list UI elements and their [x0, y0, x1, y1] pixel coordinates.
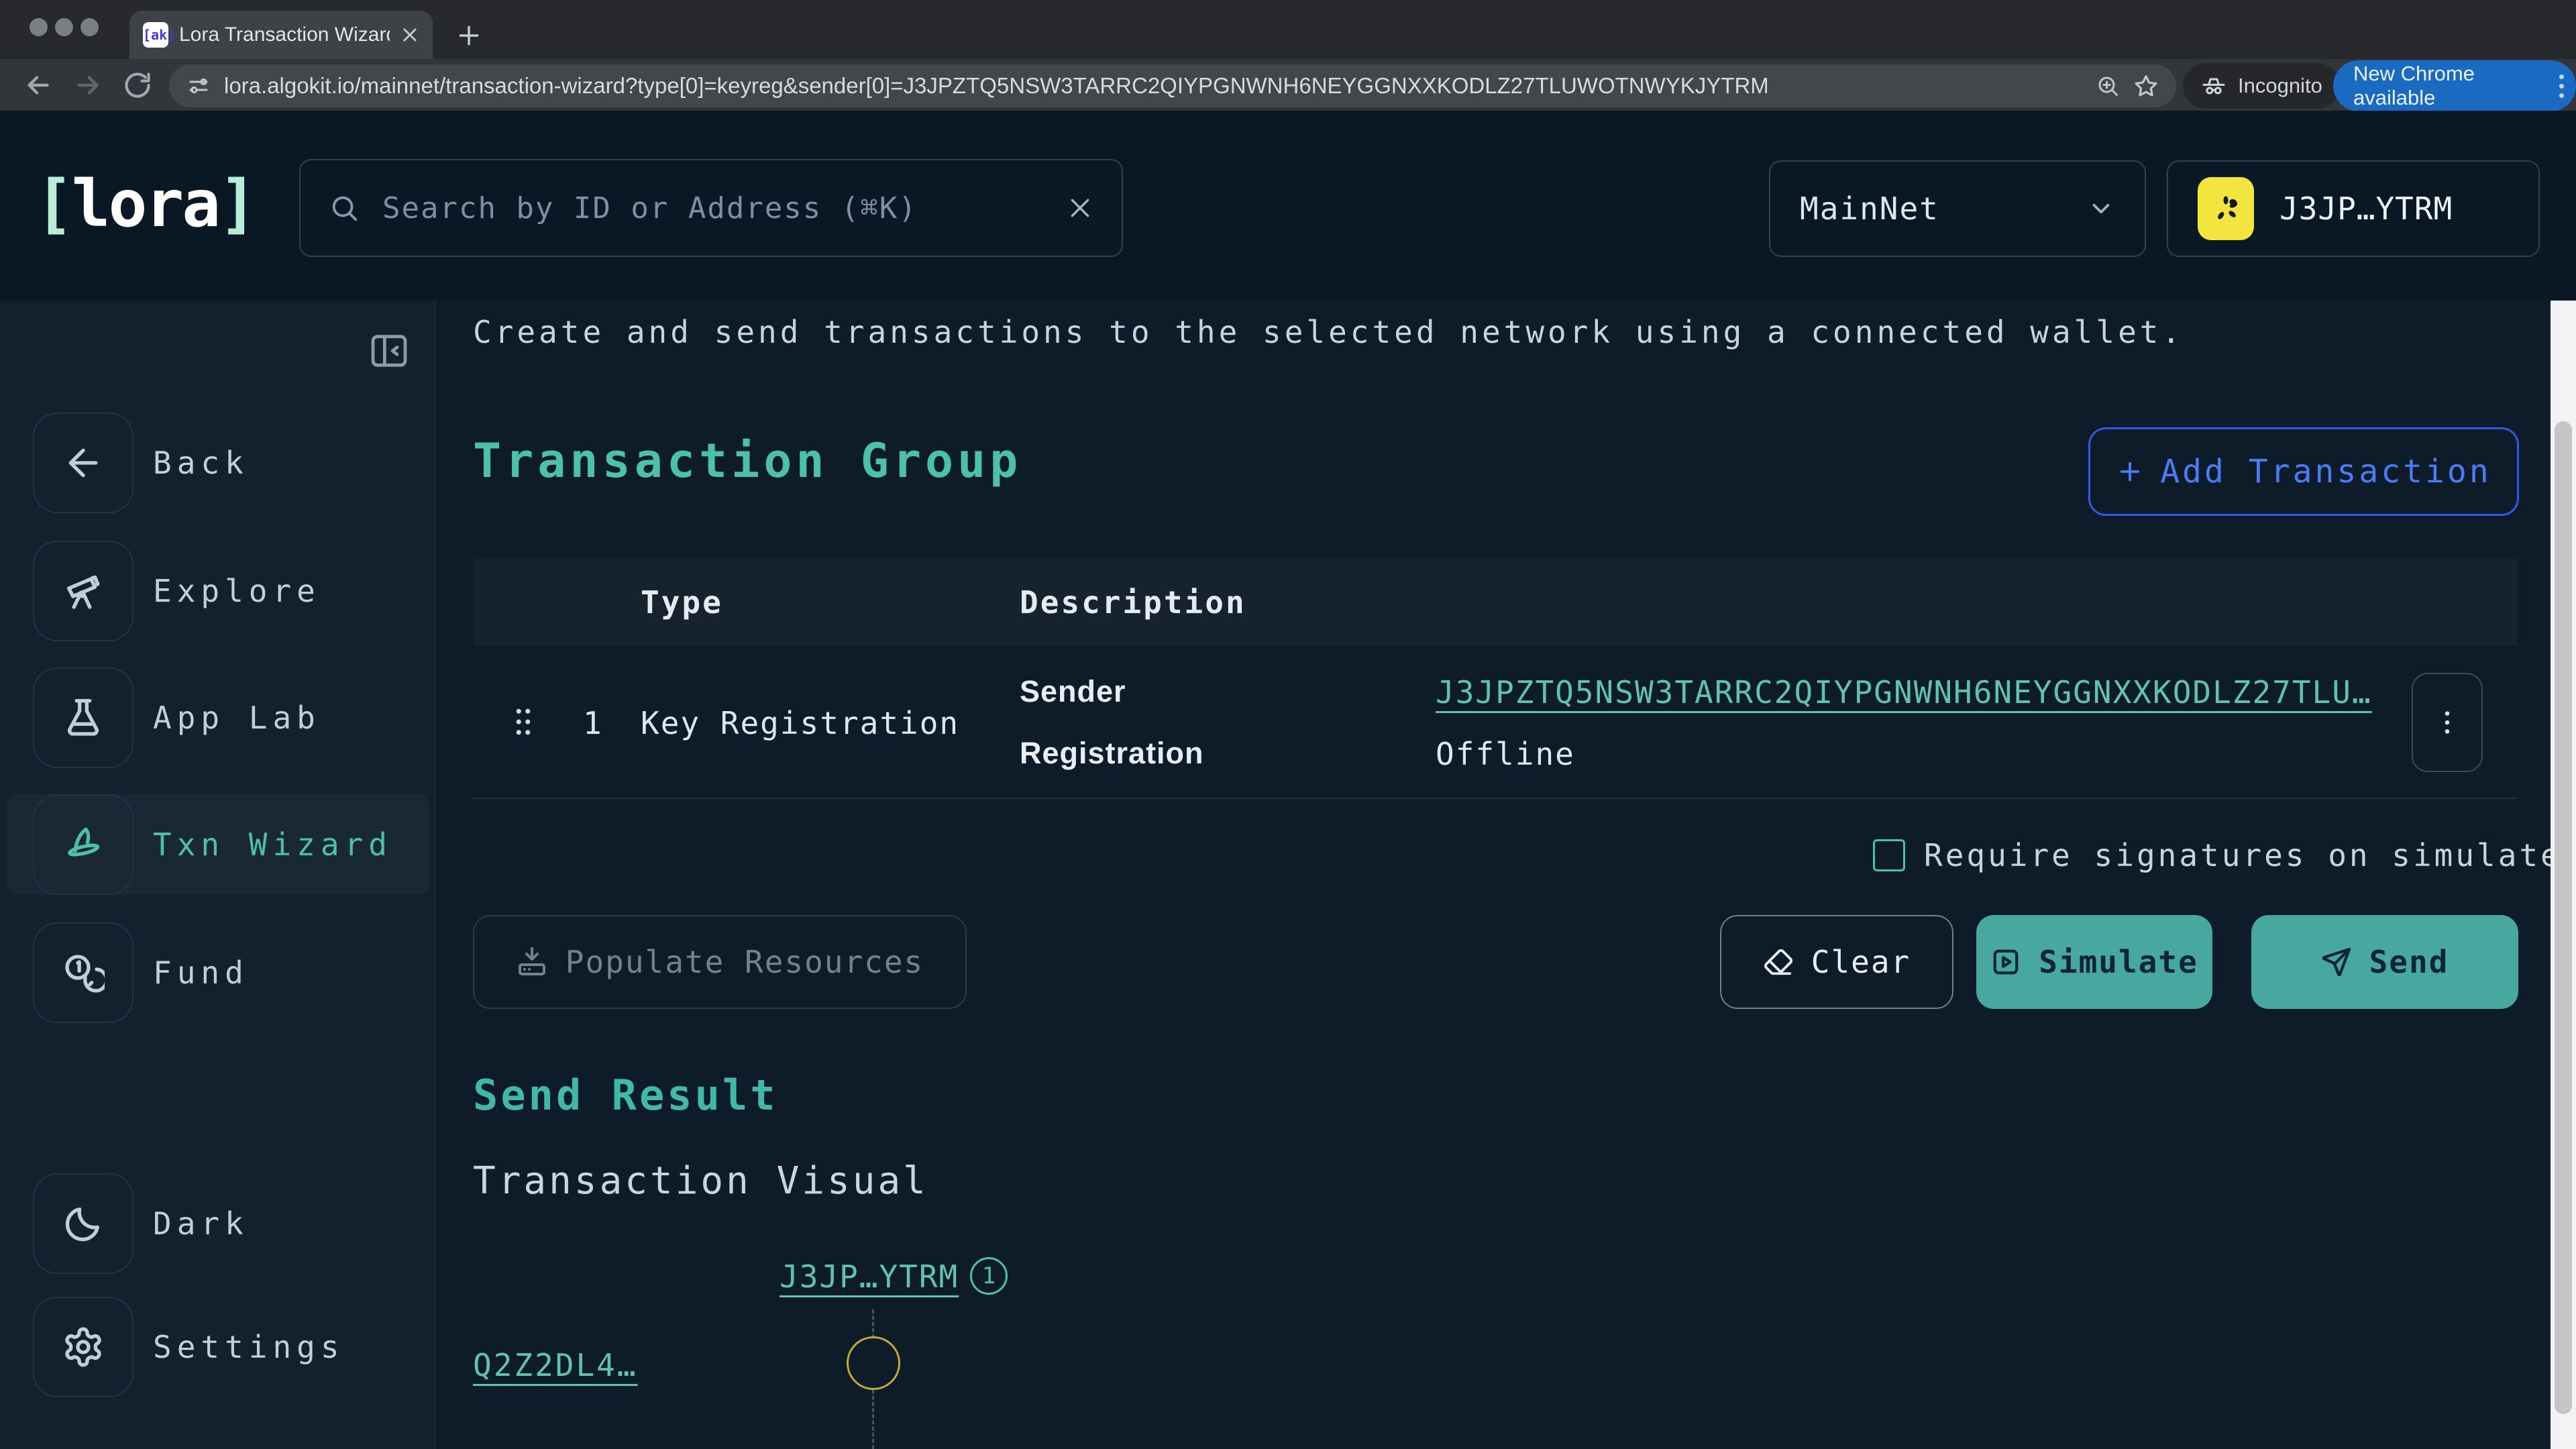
- chrome-update-label: New Chrome available: [2353, 62, 2546, 110]
- wallet-provider-icon: [2198, 177, 2254, 240]
- simulate-button[interactable]: Simulate: [1976, 915, 2212, 1009]
- transaction-group-title: Transaction Group: [473, 433, 1022, 488]
- visual-txn-id-link[interactable]: Q2Z2DL4…: [473, 1347, 638, 1383]
- sidebar-item-label: App Lab: [153, 667, 321, 768]
- logo-text: lora: [72, 166, 219, 241]
- sidebar-collapse-icon[interactable]: [366, 326, 412, 376]
- sidebar-item-label: Back: [153, 413, 249, 513]
- eraser-icon: [1763, 947, 1794, 977]
- row-index: 1: [583, 705, 603, 741]
- chevron-down-icon: [2087, 195, 2115, 223]
- tab-favicon: [ak]: [143, 22, 168, 48]
- logo-bracket-close: ]: [219, 166, 256, 241]
- column-description: Description: [1020, 559, 1246, 646]
- row-menu-button[interactable]: [2412, 673, 2483, 772]
- simulate-label: Simulate: [2039, 944, 2198, 980]
- sidebar-item-settings[interactable]: Settings: [0, 1297, 436, 1397]
- tab-title: Lora Transaction Wizard main: [179, 23, 390, 46]
- plus-icon: [2116, 458, 2144, 486]
- transaction-visual-title: Transaction Visual: [473, 1159, 928, 1203]
- sender-label: Sender: [1020, 674, 1126, 709]
- window-minimize-button[interactable]: [55, 18, 73, 36]
- populate-resources-label: Populate Resources: [566, 944, 924, 980]
- sidebar-item-label: Fund: [153, 922, 249, 1023]
- sidebar-item-fund[interactable]: Fund: [0, 922, 436, 1023]
- tab-close-icon[interactable]: [400, 25, 419, 44]
- network-select[interactable]: MainNet: [1769, 160, 2146, 257]
- bookmark-star-icon[interactable]: [2133, 73, 2159, 99]
- table-header: Type Description: [473, 559, 2518, 646]
- address-bar[interactable]: lora.algokit.io/mainnet/transaction-wiza…: [169, 64, 2176, 107]
- window-close-button[interactable]: [30, 18, 48, 36]
- chrome-update-button[interactable]: New Chrome available: [2333, 60, 2576, 111]
- lora-logo[interactable]: [lora]: [35, 172, 256, 236]
- incognito-badge: Incognito: [2183, 63, 2340, 109]
- sidebar-item-label: Dark: [153, 1173, 249, 1274]
- telescope-icon: [33, 541, 133, 641]
- search-input[interactable]: [381, 191, 1045, 226]
- visual-txn-node[interactable]: [847, 1336, 900, 1390]
- send-plane-icon: [2321, 947, 2352, 977]
- flask-icon: [33, 667, 133, 768]
- sidebar-item-label: Settings: [153, 1297, 345, 1397]
- visual-account-badge: 1: [970, 1257, 1008, 1295]
- chrome-menu-icon[interactable]: [2559, 74, 2564, 98]
- wallet-address: J3JP…YTRM: [2279, 191, 2453, 227]
- clear-button[interactable]: Clear: [1720, 915, 1953, 1009]
- download-icon: [516, 946, 548, 978]
- sidebar-item-txn-wizard[interactable]: Txn Wizard: [7, 794, 429, 895]
- screen: [ak] Lora Transaction Wizard main lora.a…: [0, 0, 2576, 1449]
- search-clear-icon[interactable]: [1067, 195, 1093, 221]
- arrow-left-icon: [33, 413, 133, 513]
- row-type: Key Registration: [641, 705, 959, 741]
- browser-tab[interactable]: [ak] Lora Transaction Wizard main: [129, 11, 433, 59]
- sidebar-item-back[interactable]: Back: [0, 413, 436, 513]
- send-result-title: Send Result: [473, 1071, 778, 1120]
- moon-icon: [33, 1173, 133, 1274]
- incognito-label: Incognito: [2238, 74, 2322, 98]
- sender-address-link[interactable]: J3JPZTQ5NSW3TARRC2QIYPGNWNH6NEYGGNXXKODL…: [1436, 674, 2372, 710]
- zoom-page-icon[interactable]: [2096, 74, 2120, 98]
- back-icon[interactable]: [20, 67, 56, 103]
- sidebar-item-explore[interactable]: Explore: [0, 541, 436, 641]
- table-row: 1 Key Registration Sender J3JPZTQ5NSW3TA…: [473, 646, 2518, 799]
- add-transaction-label: Add Transaction: [2160, 453, 2491, 490]
- sidebar-item-label: Explore: [153, 541, 321, 641]
- registration-value: Offline: [1436, 736, 1575, 772]
- coins-icon: [33, 922, 133, 1023]
- populate-resources-button[interactable]: Populate Resources: [473, 915, 967, 1009]
- page-intro: Create and send transactions to the sele…: [473, 314, 2184, 350]
- registration-label: Registration: [1020, 736, 1204, 771]
- sidebar-item-label: Txn Wizard: [153, 794, 392, 895]
- column-type: Type: [641, 559, 723, 646]
- send-button[interactable]: Send: [2251, 915, 2518, 1009]
- search-box[interactable]: [299, 159, 1123, 257]
- search-icon: [329, 193, 360, 223]
- tab-strip: [ak] Lora Transaction Wizard main: [0, 0, 2576, 59]
- wizard-hat-icon: [33, 794, 133, 895]
- gear-icon: [33, 1297, 133, 1397]
- require-signatures-label: Require signatures on simulate: [1924, 839, 2562, 871]
- site-info-icon[interactable]: [186, 74, 211, 98]
- url-text: lora.algokit.io/mainnet/transaction-wiza…: [224, 73, 2082, 99]
- wallet-button[interactable]: J3JP…YTRM: [2167, 160, 2540, 257]
- network-label: MainNet: [1800, 191, 1939, 227]
- new-tab-button[interactable]: [451, 17, 487, 54]
- require-signatures-checkbox[interactable]: [1873, 839, 1905, 871]
- play-square-icon: [1990, 947, 2021, 977]
- clear-label: Clear: [1811, 944, 1911, 980]
- reload-icon[interactable]: [119, 67, 156, 103]
- incognito-icon: [2200, 72, 2227, 99]
- scrollbar-thumb[interactable]: [2555, 421, 2572, 1414]
- visual-account-link[interactable]: J3JP…YTRM: [780, 1258, 959, 1295]
- send-label: Send: [2369, 944, 2449, 980]
- add-transaction-button[interactable]: Add Transaction: [2088, 427, 2519, 516]
- drag-handle-icon[interactable]: [505, 704, 541, 740]
- forward-icon[interactable]: [70, 67, 106, 103]
- sidebar-item-dark-mode[interactable]: Dark: [0, 1173, 436, 1274]
- logo-bracket-open: [: [35, 166, 72, 241]
- window-zoom-button[interactable]: [80, 18, 99, 36]
- sidebar-item-app-lab[interactable]: App Lab: [0, 667, 436, 768]
